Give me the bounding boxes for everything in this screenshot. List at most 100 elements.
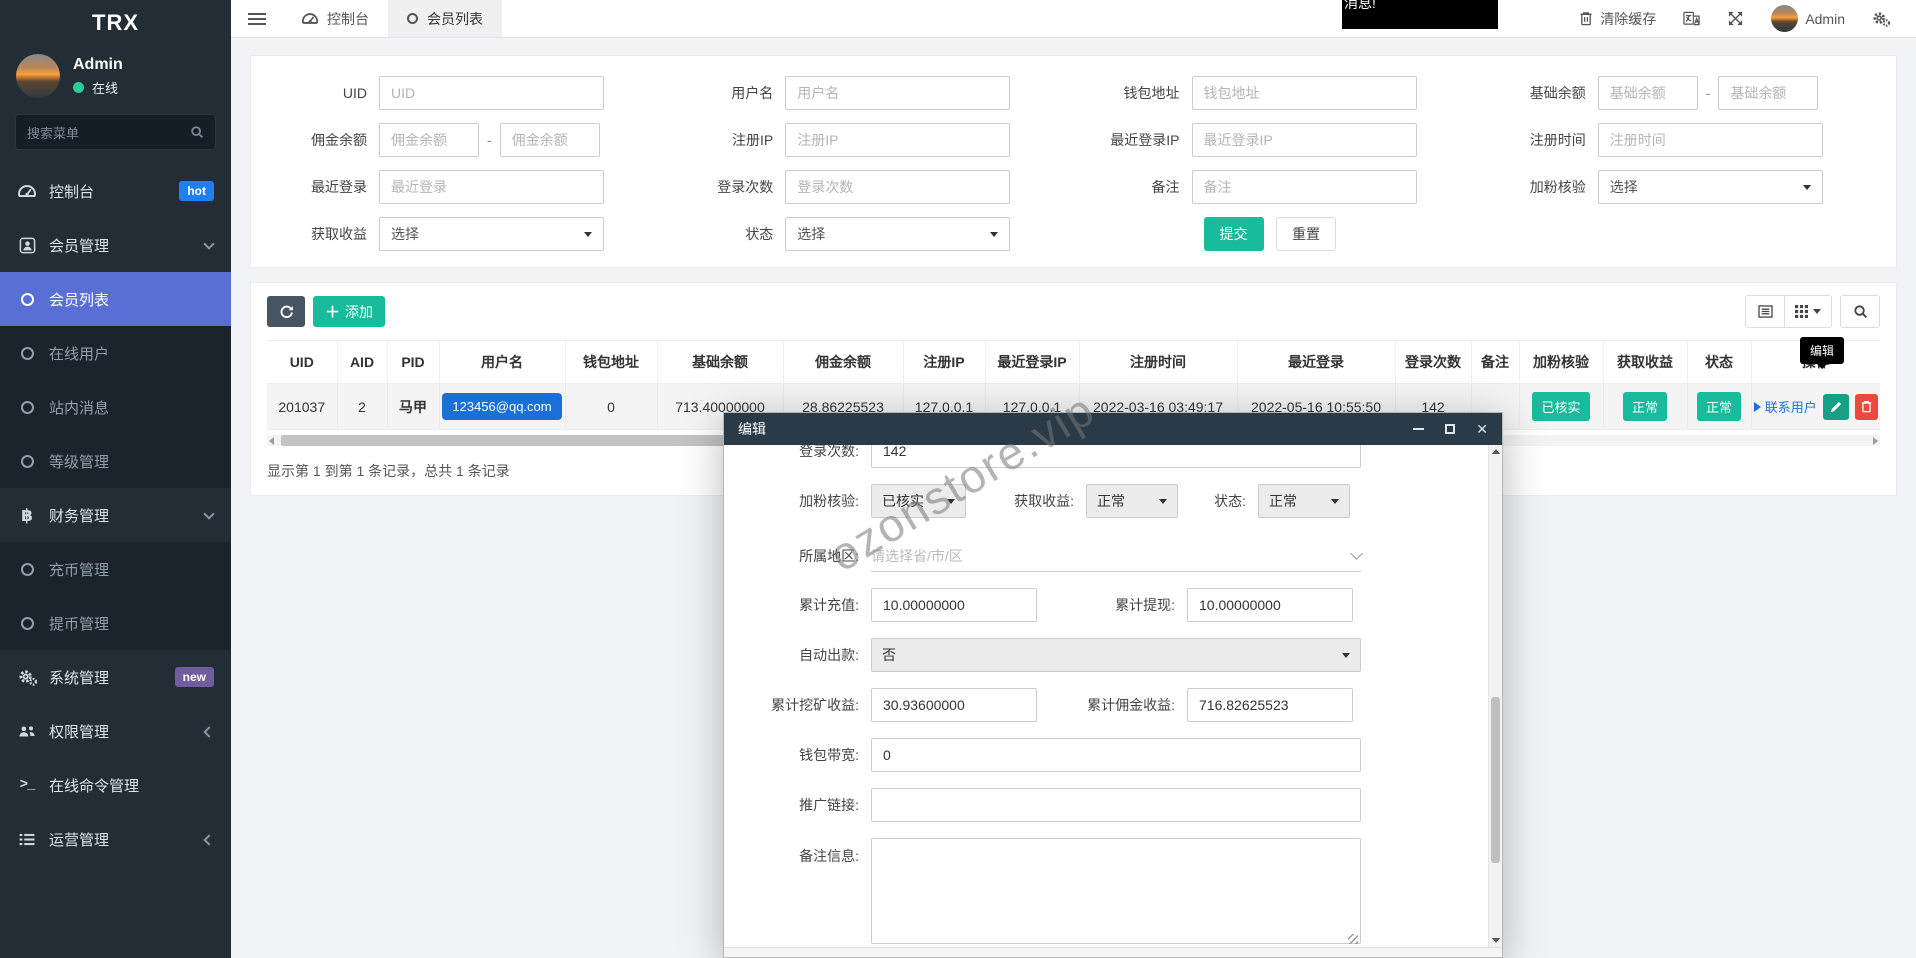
login-count-input[interactable] — [871, 445, 1361, 468]
scroll-down-arrow-icon[interactable] — [1492, 938, 1500, 943]
col-header[interactable]: 加粉核验 — [1519, 341, 1603, 384]
col-header[interactable]: 注册IP — [903, 341, 985, 384]
verify-badge[interactable]: 已核实 — [1532, 392, 1589, 421]
resize-grip-icon[interactable] — [1348, 934, 1358, 944]
sidebar-item-members[interactable]: 会员管理 — [0, 218, 231, 272]
income-select[interactable]: 选择 — [379, 217, 604, 251]
promo-link-input[interactable] — [871, 788, 1361, 822]
modal-scrollbar-thumb[interactable] — [1491, 697, 1500, 863]
language-icon[interactable] — [1683, 10, 1700, 27]
modal-titlebar[interactable]: 编辑 ✕ — [724, 413, 1502, 445]
col-header[interactable]: 钱包地址 — [565, 341, 657, 384]
edit-button[interactable] — [1823, 394, 1849, 420]
add-button[interactable]: ＋ 添加 — [313, 296, 385, 327]
verify-select[interactable]: 已核实 — [871, 484, 966, 518]
col-header[interactable]: 最近登录IP — [985, 341, 1079, 384]
delete-button[interactable] — [1855, 394, 1878, 420]
contact-user-link[interactable]: 联系用户 — [1754, 397, 1817, 416]
sidebar-item-online-commands[interactable]: >_ 在线命令管理 — [0, 758, 231, 812]
base-balance-min-input[interactable] — [1598, 76, 1698, 110]
last-login-input[interactable] — [379, 170, 604, 204]
sidebar-item-site-messages[interactable]: 站内消息 — [0, 380, 231, 434]
uid-input[interactable] — [379, 76, 604, 110]
hamburger-menu-icon[interactable] — [231, 0, 283, 37]
sidebar-search-input[interactable]: 搜索菜单 — [15, 114, 216, 150]
sidebar-item-dashboard[interactable]: 控制台 hot — [0, 164, 231, 218]
commission-max-input[interactable] — [500, 123, 600, 157]
col-header[interactable]: 基础余额 — [657, 341, 783, 384]
col-header[interactable]: 备注 — [1471, 341, 1519, 384]
col-header[interactable]: 注册时间 — [1079, 341, 1237, 384]
bandwidth-input[interactable] — [871, 738, 1361, 772]
remark-textarea[interactable] — [871, 838, 1361, 944]
chevron-down-icon — [203, 508, 214, 519]
remark-input[interactable] — [1192, 170, 1417, 204]
refresh-button[interactable] — [267, 296, 305, 327]
reg-ip-input[interactable] — [785, 123, 1010, 157]
modal-scrollbar[interactable] — [1488, 445, 1502, 947]
sidebar-item-operations[interactable]: 运营管理 — [0, 812, 231, 866]
minimize-icon[interactable] — [1413, 428, 1424, 430]
col-header[interactable]: 登录次数 — [1395, 341, 1471, 384]
tab-member-list[interactable]: 会员列表 — [388, 0, 502, 37]
close-icon[interactable]: ✕ — [1476, 422, 1488, 436]
total-mining-input[interactable] — [871, 688, 1037, 722]
detail-view-button[interactable] — [1745, 295, 1785, 328]
settings-gears-icon[interactable] — [1872, 11, 1890, 27]
last-ip-input[interactable] — [1192, 123, 1417, 157]
sidebar-item-member-list[interactable]: 会员列表 — [0, 272, 231, 326]
scroll-right-arrow-icon[interactable] — [1873, 437, 1878, 445]
columns-toggle-button[interactable] — [1785, 295, 1832, 328]
reg-time-input[interactable] — [1598, 123, 1823, 157]
region-select[interactable]: 请选择省/市/区 — [871, 540, 1361, 572]
income-select-value: 选择 — [391, 224, 419, 244]
search-toggle-button[interactable] — [1840, 295, 1880, 328]
sidebar-item-online-users[interactable]: 在线用户 — [0, 326, 231, 380]
scroll-up-arrow-icon[interactable] — [1492, 449, 1500, 454]
sidebar-item-permissions[interactable]: 权限管理 — [0, 704, 231, 758]
verify-label: 加粉核验: — [749, 491, 871, 511]
maximize-icon[interactable] — [1445, 424, 1455, 434]
username-badge[interactable]: 123456@qq.com — [442, 393, 561, 420]
scroll-left-arrow-icon[interactable] — [269, 437, 274, 445]
sidebar-item-level-management[interactable]: 等级管理 — [0, 434, 231, 488]
sidebar-item-withdraw[interactable]: 提币管理 — [0, 596, 231, 650]
submit-button[interactable]: 提交 — [1204, 217, 1264, 251]
status-badge[interactable]: 正常 — [1697, 392, 1741, 421]
chevron-down-icon — [203, 238, 214, 249]
income-select[interactable]: 正常 — [1086, 484, 1178, 518]
col-header[interactable]: 最近登录 — [1237, 341, 1395, 384]
username-input[interactable] — [785, 76, 1010, 110]
avatar[interactable] — [16, 54, 60, 98]
fullscreen-icon[interactable] — [1727, 10, 1744, 27]
sidebar-item-system[interactable]: 系统管理 new — [0, 650, 231, 704]
income-badge[interactable]: 正常 — [1623, 392, 1667, 421]
auto-pay-select-value: 否 — [882, 645, 896, 665]
col-header[interactable]: 佣金余额 — [783, 341, 903, 384]
wallet-input[interactable] — [1192, 76, 1417, 110]
sidebar-item-deposit[interactable]: 充币管理 — [0, 542, 231, 596]
total-withdraw-input[interactable] — [1187, 588, 1353, 622]
col-header[interactable]: 用户名 — [439, 341, 565, 384]
col-header[interactable]: 获取收益 — [1603, 341, 1687, 384]
reset-button[interactable]: 重置 — [1276, 217, 1336, 251]
base-balance-max-input[interactable] — [1718, 76, 1818, 110]
commission-min-input[interactable] — [379, 123, 479, 157]
tab-dashboard[interactable]: 控制台 — [283, 0, 388, 37]
verify-select[interactable]: 选择 — [1598, 170, 1823, 204]
status-select[interactable]: 选择 — [785, 217, 1010, 251]
sidebar-item-finance[interactable]: ฿ 财务管理 — [0, 488, 231, 542]
caret-down-icon — [990, 232, 998, 237]
status-select[interactable]: 正常 — [1258, 484, 1350, 518]
col-header[interactable]: PID — [387, 341, 439, 384]
login-count-input[interactable] — [785, 170, 1010, 204]
clear-cache-button[interactable]: 清除缓存 — [1579, 9, 1656, 29]
app-logo: TRX — [0, 0, 231, 46]
auto-pay-select[interactable]: 否 — [871, 638, 1361, 672]
total-recharge-input[interactable] — [871, 588, 1037, 622]
col-header[interactable]: UID — [267, 341, 337, 384]
col-header[interactable]: 状态 — [1687, 341, 1751, 384]
col-header[interactable]: AID — [337, 341, 387, 384]
admin-menu[interactable]: Admin — [1771, 5, 1845, 32]
total-commission-input[interactable] — [1187, 688, 1353, 722]
